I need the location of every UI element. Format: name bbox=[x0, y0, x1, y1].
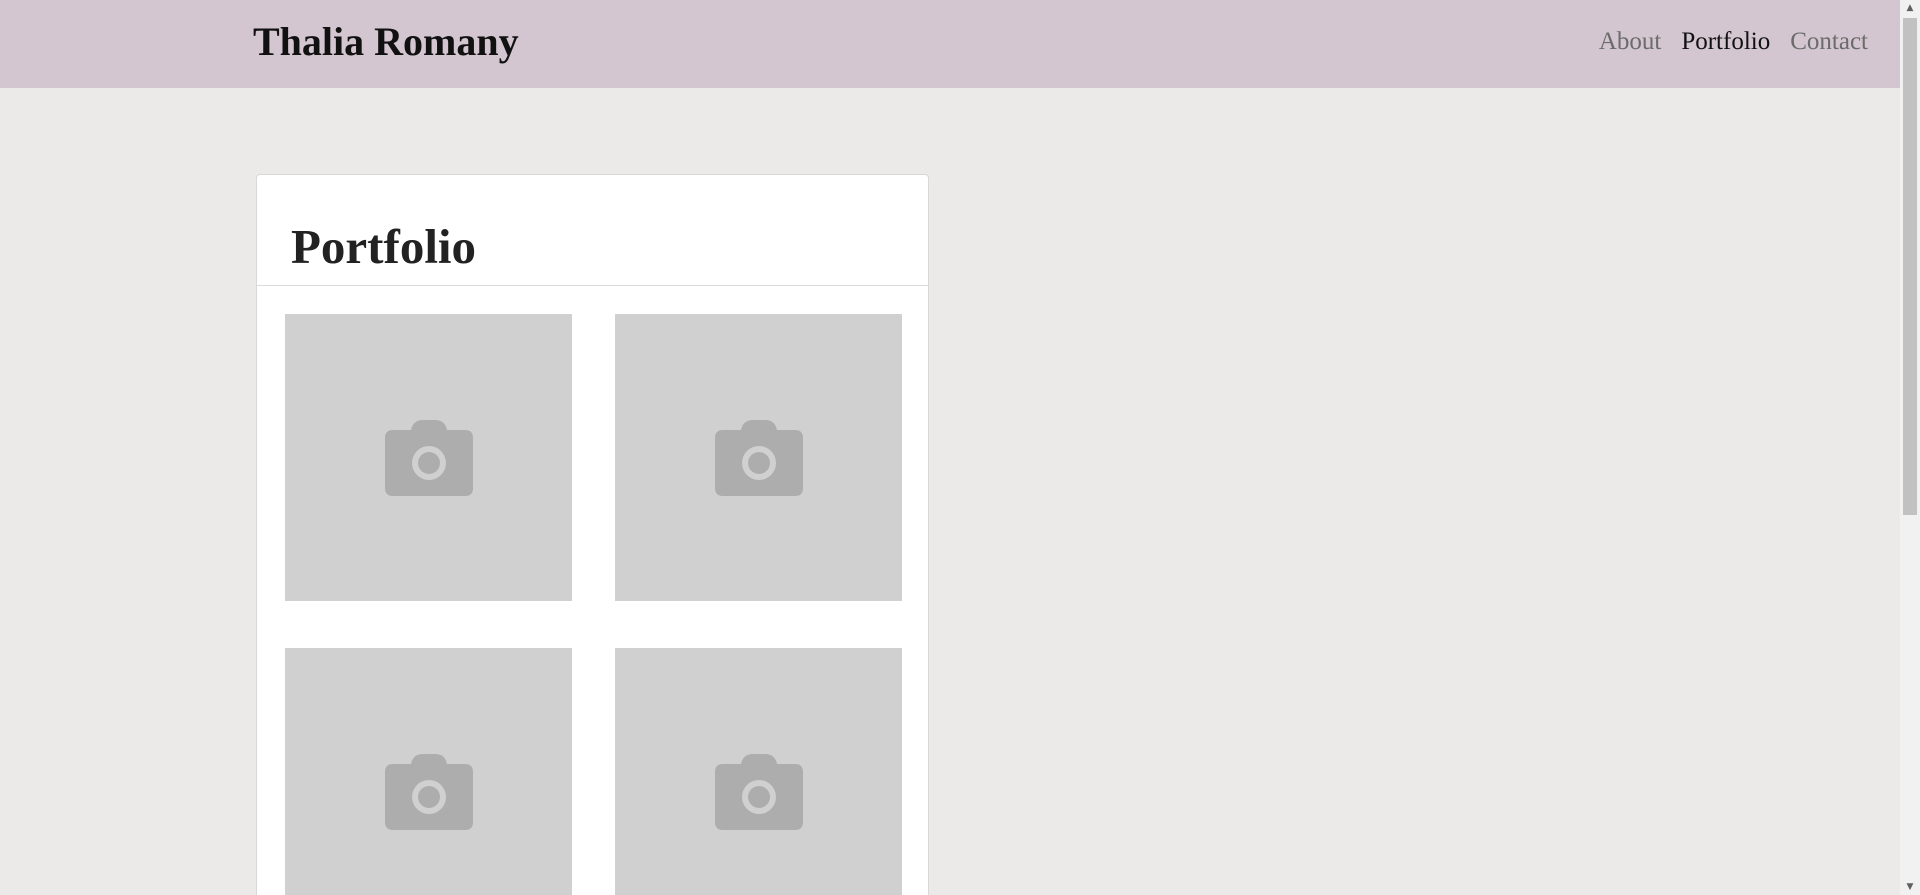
vertical-scrollbar[interactable]: ▲ ▼ bbox=[1900, 0, 1920, 895]
nav-about[interactable]: About bbox=[1599, 26, 1662, 58]
portfolio-thumbnail[interactable] bbox=[615, 648, 902, 895]
camera-icon bbox=[384, 419, 473, 496]
main-nav: About Portfolio Contact bbox=[1599, 26, 1868, 58]
page-title: Portfolio bbox=[291, 219, 477, 274]
scroll-up-arrow-icon[interactable]: ▲ bbox=[1900, 0, 1920, 16]
scrollbar-thumb[interactable] bbox=[1903, 18, 1917, 515]
site-header: Thalia Romany About Portfolio Contact bbox=[0, 0, 1900, 88]
card-header: Portfolio bbox=[257, 175, 928, 286]
portfolio-card: Portfolio bbox=[256, 174, 929, 895]
site-brand[interactable]: Thalia Romany bbox=[253, 19, 519, 65]
portfolio-thumbnail[interactable] bbox=[285, 648, 572, 895]
camera-icon bbox=[714, 753, 803, 830]
scroll-down-arrow-icon[interactable]: ▼ bbox=[1900, 879, 1920, 895]
portfolio-thumbnail[interactable] bbox=[285, 314, 572, 601]
camera-icon bbox=[714, 419, 803, 496]
nav-portfolio[interactable]: Portfolio bbox=[1681, 26, 1770, 58]
portfolio-thumbnail[interactable] bbox=[615, 314, 902, 601]
nav-contact[interactable]: Contact bbox=[1790, 26, 1868, 58]
camera-icon bbox=[384, 753, 473, 830]
